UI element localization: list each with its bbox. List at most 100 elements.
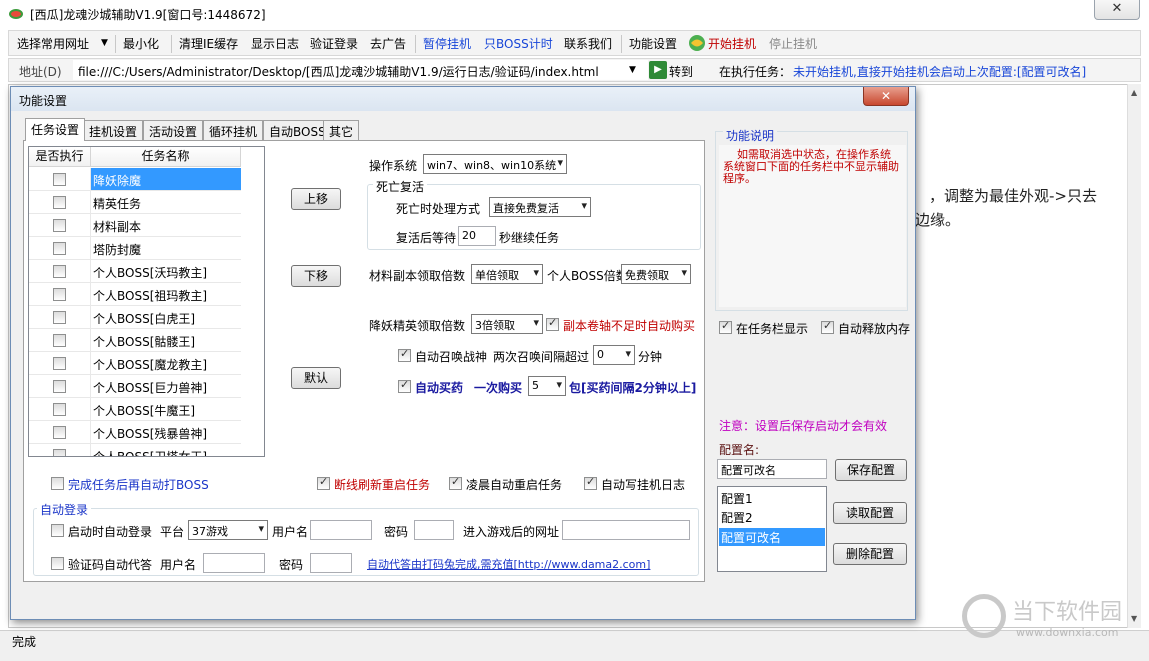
menu-pause[interactable]: 暂停挂机 <box>423 35 471 52</box>
captcha-checkbox[interactable] <box>51 557 64 570</box>
task-exec-checkbox[interactable] <box>53 219 66 232</box>
platform-select[interactable]: 37游戏 <box>188 520 268 540</box>
task-exec-checkbox[interactable] <box>53 426 66 439</box>
material-multiplier-select[interactable]: 单倍领取 <box>471 264 543 284</box>
tab-loop[interactable]: 循环挂机 <box>203 120 264 140</box>
buy-once-select[interactable]: 5 <box>528 376 566 396</box>
tab-task-settings[interactable]: 任务设置 <box>25 118 86 141</box>
config-item[interactable]: 配置2 <box>719 508 825 526</box>
username-input[interactable] <box>310 520 372 540</box>
window-titlebar: [西瓜]龙魂沙城辅助V1.9[窗口号:1448672] ✕ <box>0 0 1149 28</box>
main-scrollbar[interactable]: ▲ ▼ <box>1127 84 1141 628</box>
revive-wait-suffix: 秒继续任务 <box>499 231 560 245</box>
task-row[interactable]: 个人BOSS[残暴兽神] <box>29 421 241 444</box>
go-button[interactable]: 转到 <box>669 63 693 80</box>
tab-idle-settings[interactable]: 挂机设置 <box>83 120 144 140</box>
menu-clear-cache[interactable]: 清理IE缓存 <box>179 35 238 52</box>
task-row[interactable]: 降妖除魔 <box>29 168 241 191</box>
task-exec-checkbox[interactable] <box>53 196 66 209</box>
scroll-down-icon[interactable]: ▼ <box>1131 614 1137 623</box>
tab-auto-boss[interactable]: 自动BOSS <box>263 120 332 140</box>
task-exec-checkbox[interactable] <box>53 380 66 393</box>
reconnect-restart-checkbox[interactable] <box>317 475 330 490</box>
elite-multiplier-select[interactable]: 3倍领取 <box>471 314 543 334</box>
task-row[interactable]: 个人BOSS[沃玛教主] <box>29 260 241 283</box>
save-config-button[interactable]: 保存配置 <box>835 459 907 481</box>
os-select[interactable]: win7、win8、win10系统 <box>423 154 567 174</box>
task-row[interactable]: 个人BOSS[魔龙教主] <box>29 352 241 375</box>
load-config-button[interactable]: 读取配置 <box>833 502 907 524</box>
chevron-down-icon[interactable]: ▼ <box>629 65 636 75</box>
tab-other[interactable]: 其它 <box>323 120 360 140</box>
task-exec-checkbox[interactable] <box>53 403 66 416</box>
taskbar-show-checkbox[interactable] <box>719 319 732 334</box>
move-down-button[interactable]: 下移 <box>291 265 341 287</box>
task-row[interactable]: 个人BOSS[白虎王] <box>29 306 241 329</box>
captcha-link[interactable]: 自动代答由打码兔完成,需充值[http://www.dama2.com] <box>367 556 650 572</box>
menu-select-url[interactable]: 选择常用网址 <box>17 35 89 52</box>
dawn-restart-checkbox[interactable] <box>449 475 462 490</box>
task-exec-checkbox[interactable] <box>53 357 66 370</box>
death-handling-select[interactable]: 直接免费复活 <box>489 197 591 217</box>
revive-wait-input[interactable]: 20 <box>458 226 496 246</box>
scroll-buy-checkbox[interactable] <box>546 316 559 331</box>
go-icon[interactable]: ▶ <box>649 61 667 79</box>
menu-remove-ads[interactable]: 去广告 <box>370 35 406 52</box>
auto-free-mem-checkbox[interactable] <box>821 319 834 334</box>
address-input[interactable]: file:///C:/Users/Administrator/Desktop/[… <box>73 60 648 80</box>
default-button[interactable]: 默认 <box>291 367 341 389</box>
menu-boss-timer[interactable]: 只BOSS计时 <box>484 35 553 52</box>
task-exec-checkbox[interactable] <box>53 242 66 255</box>
move-up-button[interactable]: 上移 <box>291 188 341 210</box>
menu-contact[interactable]: 联系我们 <box>564 35 612 52</box>
menu-settings[interactable]: 功能设置 <box>629 35 677 52</box>
task-exec-checkbox[interactable] <box>53 311 66 324</box>
task-row[interactable]: 塔防封魔 <box>29 237 241 260</box>
column-header-exec[interactable]: 是否执行 <box>29 147 91 167</box>
task-exec-checkbox[interactable] <box>53 449 66 456</box>
menu-separator <box>171 35 172 53</box>
menu-minimize[interactable]: 最小化 <box>123 35 159 52</box>
password-input[interactable] <box>414 520 454 540</box>
boss-after-task-checkbox[interactable] <box>51 477 64 490</box>
config-item-selected[interactable]: 配置可改名 <box>719 528 825 546</box>
menu-start[interactable]: 开始挂机 <box>708 35 756 52</box>
dialog-close-icon[interactable]: ✕ <box>863 87 909 106</box>
task-list[interactable]: 是否执行 任务名称 降妖除魔 精英任务 材料副本 塔防封魔 个人BOSS[沃玛教主] 个人… <box>28 146 265 457</box>
task-row[interactable]: 精英任务 <box>29 191 241 214</box>
task-exec-checkbox[interactable] <box>53 334 66 347</box>
auto-buy-checkbox[interactable] <box>398 378 411 393</box>
config-item[interactable]: 配置1 <box>719 489 825 507</box>
menu-verify-login[interactable]: 验证登录 <box>310 35 358 52</box>
captcha-username-input[interactable] <box>203 553 265 573</box>
menu-show-log[interactable]: 显示日志 <box>251 35 299 52</box>
personal-boss-select[interactable]: 免费领取 <box>621 264 691 284</box>
task-row[interactable]: 个人BOSS[卫塔女王] <box>29 444 241 456</box>
auto-summon-checkbox[interactable] <box>398 347 411 362</box>
task-row[interactable]: 个人BOSS[骷髅王] <box>29 329 241 352</box>
menu-stop[interactable]: 停止挂机 <box>769 35 817 52</box>
taskbar-show-label: 在任务栏显示 <box>736 322 809 336</box>
task-exec-checkbox[interactable] <box>53 288 66 301</box>
auto-log-checkbox[interactable] <box>584 475 597 490</box>
delete-config-button[interactable]: 删除配置 <box>833 543 907 565</box>
tab-activity-settings[interactable]: 活动设置 <box>143 120 204 140</box>
help-text: 如需取消选中状态，在操作系统系统窗口下面的任务栏中不显示辅助程序。 <box>723 148 899 185</box>
captcha-password-input[interactable] <box>310 553 352 573</box>
game-url-input[interactable] <box>562 520 690 540</box>
task-row[interactable]: 个人BOSS[巨力兽神] <box>29 375 241 398</box>
task-exec-checkbox[interactable] <box>53 173 66 186</box>
config-list[interactable]: 配置1 配置2 配置可改名 <box>717 486 827 572</box>
startup-login-checkbox[interactable] <box>51 524 64 537</box>
config-name-input[interactable]: 配置可改名 <box>717 459 827 479</box>
summon-interval-select[interactable]: 0 <box>593 345 635 365</box>
task-row[interactable]: 个人BOSS[祖玛教主] <box>29 283 241 306</box>
task-row[interactable]: 材料副本 <box>29 214 241 237</box>
column-header-name[interactable]: 任务名称 <box>91 147 241 167</box>
task-exec-checkbox[interactable] <box>53 265 66 278</box>
chevron-down-icon[interactable]: ▼ <box>101 38 108 48</box>
scroll-up-icon[interactable]: ▲ <box>1131 88 1137 97</box>
task-row[interactable]: 个人BOSS[牛魔王] <box>29 398 241 421</box>
watermark-logo <box>962 594 1006 638</box>
close-icon[interactable]: ✕ <box>1094 0 1140 20</box>
